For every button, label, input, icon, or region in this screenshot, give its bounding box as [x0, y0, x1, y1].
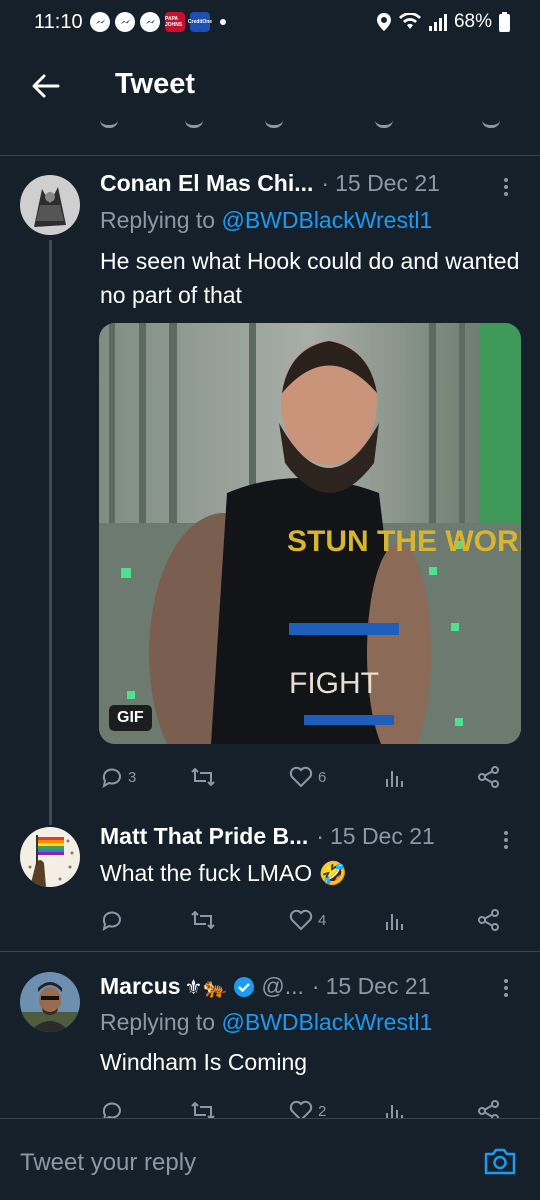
divider: [0, 155, 540, 156]
more-options-button[interactable]: [498, 174, 514, 200]
reply-button[interactable]: 3: [100, 762, 136, 792]
more-options-button[interactable]: [498, 827, 514, 853]
retweet-button[interactable]: [190, 762, 220, 792]
analytics-button[interactable]: [384, 905, 406, 935]
divider: [0, 951, 540, 952]
share-icon: [478, 766, 499, 788]
avatar[interactable]: [20, 827, 80, 887]
camera-icon: [484, 1148, 516, 1175]
replying-handle-link[interactable]: @BWDBlackWrestl1: [221, 1009, 432, 1035]
tweet-reply-input[interactable]: [20, 1146, 440, 1180]
separator-dot: ·: [321, 170, 330, 196]
wifi-icon: [398, 13, 421, 29]
tweet-actions: 4: [100, 905, 510, 935]
analytics-icon: [386, 771, 403, 787]
user-name[interactable]: Conan El Mas Chi...: [100, 170, 313, 197]
user-name[interactable]: Matt That Pride B...: [100, 823, 308, 850]
tweet-date[interactable]: 15 Dec 21: [326, 973, 431, 1000]
heart-icon: [289, 909, 313, 931]
top-bar: Tweet: [0, 48, 540, 126]
analytics-icon: [386, 914, 403, 930]
gif-shirt-text: STUN THE WORLD: [287, 525, 521, 558]
more-options-button[interactable]: [498, 975, 514, 1001]
replying-prefix: Replying to: [100, 207, 222, 233]
gif-shirt-text-2: FIGHT: [289, 667, 379, 700]
user-handle[interactable]: @...: [261, 973, 304, 1000]
user-name[interactable]: Marcus: [100, 973, 181, 1000]
status-indicators: 68%: [376, 11, 510, 33]
location-icon: [376, 13, 391, 31]
like-button[interactable]: 6: [288, 762, 326, 792]
like-button[interactable]: 4: [288, 905, 326, 935]
credit-one-icon: CreditOne: [188, 12, 212, 32]
tweet-text: He seen what Hook could do and wanted no…: [100, 248, 520, 308]
avatar[interactable]: [20, 175, 80, 235]
like-count: 2: [318, 1102, 327, 1120]
messenger-icon: [140, 12, 160, 32]
notification-icons: PAPA JOHNS CreditOne: [90, 12, 226, 32]
gif-image: STUN THE WORLD FIGHT: [99, 323, 521, 744]
like-count: 4: [318, 911, 327, 929]
camera-button[interactable]: [482, 1143, 518, 1179]
status-time: 11:10: [34, 11, 83, 33]
like-count: 6: [318, 768, 327, 786]
separator-dot: ·: [311, 973, 320, 999]
messenger-icon: [90, 12, 110, 32]
back-arrow-icon: [32, 74, 60, 98]
share-button[interactable]: [476, 762, 502, 792]
gif-badge: GIF: [109, 705, 152, 731]
share-icon: [478, 909, 499, 931]
reply-composer: [0, 1118, 540, 1200]
reply-icon: [102, 911, 121, 932]
tweet-date[interactable]: 15 Dec 21: [335, 170, 440, 197]
replying-prefix: Replying to: [100, 1009, 222, 1035]
battery-percent: 68%: [453, 11, 492, 32]
heart-icon: [289, 766, 313, 788]
tweet-gif[interactable]: STUN THE WORLD FIGHT GIF: [99, 323, 521, 744]
page-title: Tweet: [115, 68, 196, 100]
signal-icon: [428, 14, 447, 31]
retweet-icon: [191, 910, 215, 930]
share-button[interactable]: [476, 905, 502, 935]
thread-line: [49, 240, 52, 825]
avatar[interactable]: [20, 972, 80, 1032]
replying-to: Replying to @BWDBlackWrestl1: [100, 1009, 432, 1036]
previous-tweet-actions: [0, 118, 540, 132]
retweet-icon: [191, 767, 215, 787]
tweet-header: Marcus ⚜🐅 @... · 15 Dec 21: [100, 973, 430, 1000]
tweet-date[interactable]: 15 Dec 21: [330, 823, 435, 850]
messenger-icon: [115, 12, 135, 32]
tweet-header: Conan El Mas Chi... · 15 Dec 21: [100, 170, 440, 197]
reply-icon: [102, 768, 121, 789]
retweet-button[interactable]: [190, 905, 220, 935]
reply-count: 3: [128, 768, 137, 786]
battery-icon: [499, 12, 510, 32]
separator-dot: ·: [316, 823, 324, 849]
tweet-header: Matt That Pride B... · 15 Dec 21: [100, 823, 435, 850]
name-emoji: ⚜🐅: [184, 977, 228, 999]
tweet-text: What the fuck LMAO 🤣: [100, 860, 348, 886]
more-notifications-dot: [220, 19, 226, 25]
status-bar: 11:10 PAPA JOHNS CreditOne 68%: [0, 0, 540, 48]
papa-johns-icon: PAPA JOHNS: [165, 12, 185, 32]
reply-button[interactable]: [100, 905, 128, 935]
tweet-text: Windham Is Coming: [100, 1049, 308, 1075]
tweet-actions: 3 6: [100, 762, 510, 792]
verified-badge-icon: [234, 976, 255, 997]
replying-to: Replying to @BWDBlackWrestl1: [100, 207, 432, 234]
back-button[interactable]: [26, 66, 66, 106]
analytics-button[interactable]: [384, 762, 406, 792]
replying-handle-link[interactable]: @BWDBlackWrestl1: [221, 207, 432, 233]
